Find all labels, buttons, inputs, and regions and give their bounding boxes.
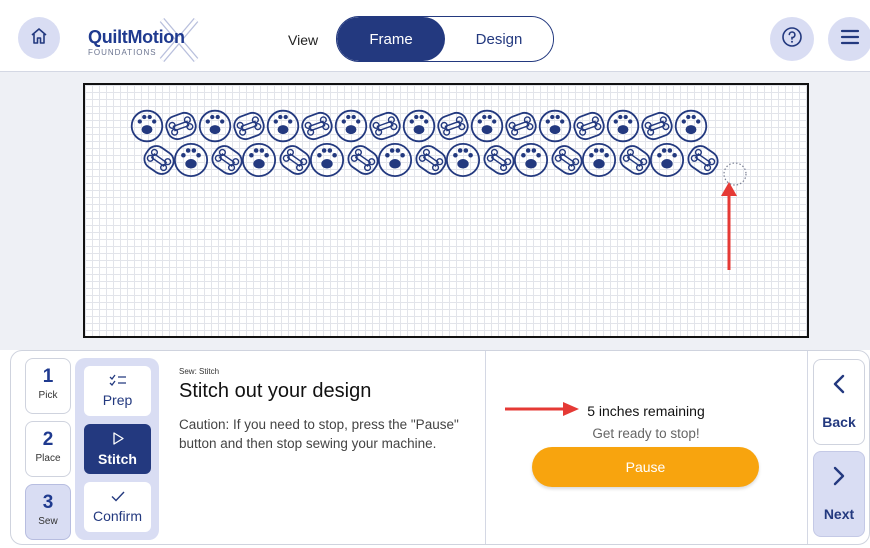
step-label: Pick <box>38 390 58 401</box>
play-icon <box>112 431 124 448</box>
bone-motif <box>687 145 719 175</box>
step-number: 3 <box>42 492 54 513</box>
pause-button[interactable]: Pause <box>532 447 759 487</box>
bone-motif <box>369 111 401 141</box>
paw-motif <box>513 142 549 178</box>
view-label: View <box>288 32 319 48</box>
design-canvas-area <box>0 72 870 350</box>
paw-motif <box>674 109 708 143</box>
bone-motif <box>415 145 447 175</box>
substep-stitch[interactable]: Stitch <box>84 424 151 474</box>
frame-toggle-button[interactable]: Frame <box>337 17 445 61</box>
quiltmotion-logo: QuiltMotion FOUNDATIONS <box>86 18 206 62</box>
paw-motif <box>606 109 640 143</box>
paw-motif <box>309 142 345 178</box>
bone-motif <box>573 111 605 141</box>
home-icon <box>29 26 49 51</box>
substep-label: Prep <box>102 392 133 408</box>
paw-motif <box>470 109 504 143</box>
paw-motif <box>173 142 209 178</box>
status-hint: Get ready to stop! <box>592 426 700 441</box>
help-icon <box>781 26 803 53</box>
next-button[interactable]: Next <box>813 451 865 537</box>
paw-motif <box>445 142 481 178</box>
bone-motif <box>641 111 673 141</box>
step-place[interactable]: 2 Place <box>25 421 71 477</box>
paw-motif <box>581 142 617 178</box>
substep-confirm[interactable]: Confirm <box>84 482 151 532</box>
paw-motif <box>266 109 300 143</box>
step-pick[interactable]: 1 Pick <box>25 358 71 414</box>
menu-button[interactable] <box>828 17 870 61</box>
panel-divider <box>485 351 486 544</box>
step-breadcrumb: Sew: Stitch <box>179 367 220 376</box>
stitch-status: 5 inches remaining Get ready to stop! <box>531 403 761 441</box>
step-number: 1 <box>42 366 54 387</box>
design-toggle-button[interactable]: Design <box>445 17 553 61</box>
paw-motif <box>402 109 436 143</box>
bone-motif <box>347 145 379 175</box>
help-button[interactable] <box>770 17 814 61</box>
check-icon <box>111 490 125 505</box>
instruction-title: Stitch out your design <box>179 380 372 402</box>
bone-motif <box>483 145 515 175</box>
paw-motif <box>538 109 572 143</box>
top-bar: QuiltMotion FOUNDATIONS View Frame Desig… <box>0 0 870 72</box>
view-toggle: Frame Design <box>336 16 554 62</box>
step-label: Place <box>35 453 61 464</box>
bone-motif <box>505 111 537 141</box>
bone-motif <box>233 111 265 141</box>
paw-motif <box>241 142 277 178</box>
paw-motif <box>130 109 164 143</box>
quilt-frame-grid <box>83 83 809 338</box>
paw-motif <box>198 109 232 143</box>
step-sew[interactable]: 3 Sew <box>25 484 71 540</box>
bone-motif <box>619 145 651 175</box>
chevron-left-icon <box>833 374 845 400</box>
hamburger-menu-icon <box>840 29 860 50</box>
paw-motif <box>334 109 368 143</box>
bone-motif <box>301 111 333 141</box>
remaining-length: 5 inches remaining <box>587 403 705 419</box>
step-label: Sew <box>38 516 58 527</box>
home-button[interactable] <box>18 17 60 59</box>
substep-label: Stitch <box>98 450 137 467</box>
bone-motif <box>437 111 469 141</box>
instructions: Sew: Stitch Stitch out your design Cauti… <box>179 367 479 453</box>
back-label: Back <box>822 414 856 430</box>
back-button[interactable]: Back <box>813 359 865 445</box>
stitch-pattern <box>130 109 747 186</box>
checklist-icon <box>109 374 127 389</box>
logo-subtitle: FOUNDATIONS <box>88 48 157 57</box>
bone-motif <box>143 145 175 175</box>
substep-prep[interactable]: Prep <box>84 366 151 416</box>
bone-motif <box>279 145 311 175</box>
paw-motif <box>377 142 413 178</box>
bone-motif <box>551 145 583 175</box>
panel-divider-right <box>807 351 808 544</box>
step-number: 2 <box>42 429 54 450</box>
next-label: Next <box>823 506 855 522</box>
substep-label: Confirm <box>92 508 142 524</box>
paw-motif <box>649 142 685 178</box>
bone-motif <box>165 111 197 141</box>
annotation-arrow-up <box>721 182 737 270</box>
bone-motif <box>211 145 243 175</box>
instruction-body: Caution: If you need to stop, press the … <box>179 417 459 451</box>
chevron-right-icon <box>833 466 845 492</box>
workflow-panel: 1 Pick 2 Place 3 Sew Prep Stitch Confirm… <box>10 350 870 545</box>
logo-title: QuiltMotion <box>88 27 185 47</box>
substep-list: Prep Stitch Confirm <box>75 358 159 540</box>
